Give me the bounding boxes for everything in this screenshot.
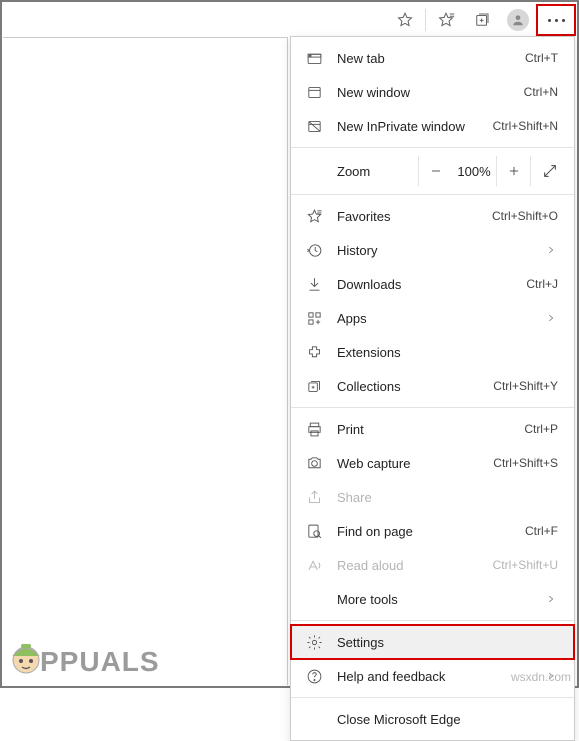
downloads-icon: [303, 274, 325, 294]
read-aloud-icon: [303, 555, 325, 575]
share-icon: [303, 487, 325, 507]
menu-label: Share: [337, 490, 558, 505]
menu-separator: [291, 194, 574, 195]
menu-print[interactable]: Print Ctrl+P: [291, 412, 574, 446]
inprivate-icon: [303, 116, 325, 136]
menu-label: New window: [337, 85, 524, 100]
collections-icon: [303, 376, 325, 396]
zoom-out-button[interactable]: [418, 156, 452, 186]
menu-shortcut: Ctrl+Shift+U: [493, 558, 558, 572]
menu-read-aloud: Read aloud Ctrl+Shift+U: [291, 548, 574, 582]
menu-zoom: Zoom 100%: [291, 152, 574, 190]
menu-label: Web capture: [337, 456, 493, 471]
apps-icon: [303, 308, 325, 328]
new-tab-icon: [303, 48, 325, 68]
menu-shortcut: Ctrl+Shift+S: [493, 456, 558, 470]
settings-menu: New tab Ctrl+T New window Ctrl+N New InP…: [290, 36, 575, 741]
menu-label: Apps: [337, 311, 536, 326]
menu-new-window[interactable]: New window Ctrl+N: [291, 75, 574, 109]
menu-more-tools[interactable]: More tools: [291, 582, 574, 616]
zoom-label: Zoom: [337, 164, 370, 179]
menu-label: Favorites: [337, 209, 492, 224]
menu-label: Downloads: [337, 277, 526, 292]
watermark-brand-text: PPUALS: [40, 646, 160, 678]
profile-button[interactable]: [500, 5, 536, 35]
menu-label: Settings: [337, 635, 558, 650]
add-favorite-button[interactable]: [387, 5, 423, 35]
menu-label: More tools: [337, 592, 536, 607]
menu-collections[interactable]: Collections Ctrl+Shift+Y: [291, 369, 574, 403]
menu-shortcut: Ctrl+F: [525, 524, 558, 538]
toolbar-separator: [425, 9, 426, 31]
menu-label: History: [337, 243, 536, 258]
favorites-icon: [303, 206, 325, 226]
menu-shortcut: Ctrl+Shift+N: [493, 119, 558, 133]
menu-label: Find on page: [337, 524, 525, 539]
menu-label: Collections: [337, 379, 493, 394]
menu-separator: [291, 407, 574, 408]
menu-separator: [291, 697, 574, 698]
help-icon: [303, 666, 325, 686]
menu-shortcut: Ctrl+P: [524, 422, 558, 436]
menu-label: Help and feedback: [337, 669, 536, 684]
menu-downloads[interactable]: Downloads Ctrl+J: [291, 267, 574, 301]
settings-icon: [303, 632, 325, 652]
menu-label: Close Microsoft Edge: [337, 712, 558, 727]
more-button-highlight: [536, 4, 576, 36]
watermark-source: wsxdn.com: [511, 670, 571, 684]
menu-shortcut: Ctrl+T: [525, 51, 558, 65]
watermark-mascot-icon: [6, 634, 46, 678]
zoom-value: 100%: [452, 164, 496, 179]
print-icon: [303, 419, 325, 439]
avatar-icon: [507, 9, 529, 31]
menu-shortcut: Ctrl+J: [526, 277, 558, 291]
fullscreen-button[interactable]: [530, 156, 568, 186]
chevron-right-icon: [544, 594, 558, 604]
menu-shortcut: Ctrl+Shift+Y: [493, 379, 558, 393]
web-capture-icon: [303, 453, 325, 473]
menu-new-tab[interactable]: New tab Ctrl+T: [291, 41, 574, 75]
menu-close-edge[interactable]: Close Microsoft Edge: [291, 702, 574, 736]
menu-label: Extensions: [337, 345, 558, 360]
page-viewport: [3, 37, 288, 685]
menu-favorites[interactable]: Favorites Ctrl+Shift+O: [291, 199, 574, 233]
menu-settings[interactable]: Settings: [291, 625, 574, 659]
favorites-button[interactable]: [428, 5, 464, 35]
menu-separator: [291, 620, 574, 621]
chevron-right-icon: [544, 313, 558, 323]
find-icon: [303, 521, 325, 541]
collections-button[interactable]: [464, 5, 500, 35]
menu-extensions[interactable]: Extensions: [291, 335, 574, 369]
menu-new-inprivate[interactable]: New InPrivate window Ctrl+Shift+N: [291, 109, 574, 143]
menu-history[interactable]: History: [291, 233, 574, 267]
menu-apps[interactable]: Apps: [291, 301, 574, 335]
menu-shortcut: Ctrl+N: [524, 85, 558, 99]
history-icon: [303, 240, 325, 260]
zoom-in-button[interactable]: [496, 156, 530, 186]
menu-label: Read aloud: [337, 558, 493, 573]
more-button[interactable]: [538, 6, 574, 34]
menu-separator: [291, 147, 574, 148]
extensions-icon: [303, 342, 325, 362]
menu-label: Print: [337, 422, 524, 437]
watermark-logo: PPUALS: [6, 634, 160, 678]
menu-web-capture[interactable]: Web capture Ctrl+Shift+S: [291, 446, 574, 480]
browser-toolbar: [387, 3, 576, 37]
menu-find[interactable]: Find on page Ctrl+F: [291, 514, 574, 548]
new-window-icon: [303, 82, 325, 102]
menu-label: New tab: [337, 51, 525, 66]
menu-shortcut: Ctrl+Shift+O: [492, 209, 558, 223]
chevron-right-icon: [544, 245, 558, 255]
menu-label: New InPrivate window: [337, 119, 493, 134]
menu-share: Share: [291, 480, 574, 514]
